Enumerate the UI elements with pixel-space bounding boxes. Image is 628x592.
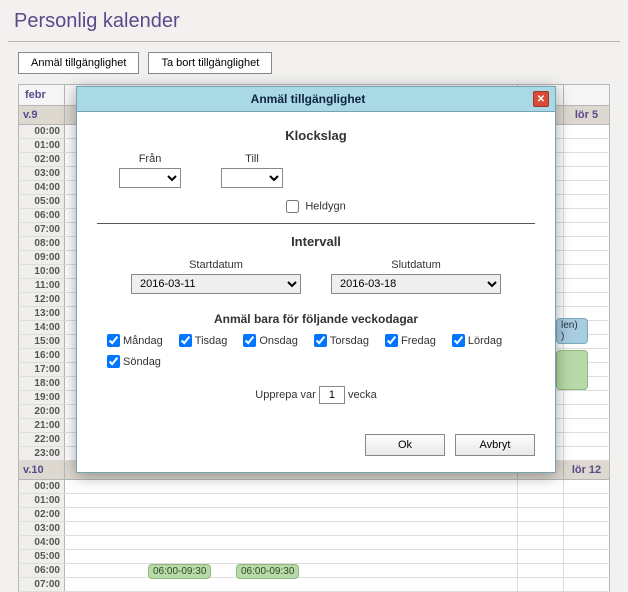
- time-label: 04:00: [19, 536, 65, 549]
- title-divider: [8, 41, 620, 42]
- weekday-label: Fredag: [401, 335, 436, 347]
- repeat-prefix: Upprepa var: [255, 389, 316, 401]
- close-icon[interactable]: ✕: [533, 91, 549, 107]
- time-label: 20:00: [19, 405, 65, 418]
- calendar-row: 01:00: [18, 494, 610, 508]
- time-label: 12:00: [19, 293, 65, 306]
- time-label: 02:00: [19, 508, 65, 521]
- calendar-row: 03:00: [18, 522, 610, 536]
- weekday-option[interactable]: Söndag: [107, 355, 161, 368]
- time-label: 05:00: [19, 195, 65, 208]
- weekday-checkbox[interactable]: [385, 334, 398, 347]
- heldygn-checkbox[interactable]: [286, 200, 299, 213]
- weekday-label: Söndag: [123, 356, 161, 368]
- weekday-label: Onsdag: [259, 335, 298, 347]
- till-time-select[interactable]: [221, 168, 283, 188]
- time-label: 19:00: [19, 391, 65, 404]
- from-label: Från: [119, 153, 181, 165]
- weekday-option[interactable]: Måndag: [107, 334, 163, 347]
- time-label: 14:00: [19, 321, 65, 334]
- time-label: 06:00: [19, 564, 65, 577]
- report-availability-button[interactable]: Anmäl tillgänglighet: [18, 52, 139, 74]
- weekday-label: Måndag: [123, 335, 163, 347]
- calendar-row: 05:00: [18, 550, 610, 564]
- repeat-weeks-input[interactable]: [319, 386, 345, 404]
- time-label: 07:00: [19, 223, 65, 236]
- time-label: 06:00: [19, 209, 65, 222]
- time-label: 00:00: [19, 125, 65, 138]
- calendar-row: 02:00: [18, 508, 610, 522]
- time-label: 05:00: [19, 550, 65, 563]
- weekday-label: Tisdag: [195, 335, 228, 347]
- calendar-row: 04:00: [18, 536, 610, 550]
- weekday-checkbox[interactable]: [314, 334, 327, 347]
- page-title: Personlig kalender: [0, 0, 628, 41]
- remove-availability-button[interactable]: Ta bort tillgänglighet: [148, 52, 272, 74]
- time-label: 03:00: [19, 167, 65, 180]
- dialog-header: Anmäl tillgänglighet ✕: [77, 87, 555, 112]
- day-header: lör 5: [563, 106, 609, 124]
- weekday-label: Lördag: [468, 335, 502, 347]
- time-label: 08:00: [19, 237, 65, 250]
- time-label: 16:00: [19, 349, 65, 362]
- weekday-option[interactable]: Fredag: [385, 334, 436, 347]
- slutdatum-select[interactable]: 2016-03-18: [331, 274, 501, 294]
- time-label: 21:00: [19, 419, 65, 432]
- intervall-heading: Intervall: [97, 234, 535, 249]
- weekdays-heading: Anmäl bara för följande veckodagar: [97, 312, 535, 326]
- divider: [97, 223, 535, 224]
- time-label: 10:00: [19, 265, 65, 278]
- weekday-grid: Måndag Tisdag Onsdag Torsdag Fredag Lördag Sön…: [97, 334, 535, 368]
- time-label: 18:00: [19, 377, 65, 390]
- weekday-option[interactable]: Lördag: [452, 334, 502, 347]
- time-label: 09:00: [19, 251, 65, 264]
- weekday-checkbox[interactable]: [107, 334, 120, 347]
- week-label: v.9: [19, 106, 65, 124]
- calendar-event[interactable]: len) ): [556, 318, 588, 344]
- time-label: 22:00: [19, 433, 65, 446]
- time-label: 23:00: [19, 447, 65, 460]
- toolbar: Anmäl tillgänglighet Ta bort tillgänglig…: [0, 52, 628, 84]
- time-label: 01:00: [19, 494, 65, 507]
- time-label: 11:00: [19, 279, 65, 292]
- cancel-button[interactable]: Avbryt: [455, 434, 535, 456]
- weekday-label: Torsdag: [330, 335, 369, 347]
- klockslag-heading: Klockslag: [97, 128, 535, 143]
- dialog-title: Anmäl tillgänglighet: [83, 92, 533, 106]
- time-label: 00:00: [19, 480, 65, 493]
- heldygn-label: Heldygn: [305, 200, 345, 212]
- time-label: 01:00: [19, 139, 65, 152]
- time-label: 17:00: [19, 363, 65, 376]
- event-text: len): [561, 320, 578, 331]
- weekday-checkbox[interactable]: [243, 334, 256, 347]
- till-label: Till: [221, 153, 283, 165]
- calendar-event[interactable]: [556, 350, 588, 390]
- day-header-partial: [563, 85, 609, 105]
- weekday-checkbox[interactable]: [107, 355, 120, 368]
- from-time-select[interactable]: [119, 168, 181, 188]
- weekday-option[interactable]: Tisdag: [179, 334, 228, 347]
- startdatum-select[interactable]: 2016-03-11: [131, 274, 301, 294]
- time-label: 03:00: [19, 522, 65, 535]
- time-label: 13:00: [19, 307, 65, 320]
- weekday-checkbox[interactable]: [179, 334, 192, 347]
- calendar-row: 07:00: [18, 578, 610, 592]
- time-label: 02:00: [19, 153, 65, 166]
- month-label: febr: [19, 85, 65, 105]
- weekday-checkbox[interactable]: [452, 334, 465, 347]
- time-label: 15:00: [19, 335, 65, 348]
- day-header: lör 12: [563, 461, 609, 479]
- slutdatum-label: Slutdatum: [331, 259, 501, 271]
- availability-dialog: Anmäl tillgänglighet ✕ Klockslag Från Ti…: [76, 86, 556, 473]
- event-text: ): [561, 331, 564, 342]
- weekday-option[interactable]: Torsdag: [314, 334, 369, 347]
- calendar-row: 00:00: [18, 480, 610, 494]
- startdatum-label: Startdatum: [131, 259, 301, 271]
- week-label: v.10: [19, 461, 65, 479]
- ok-button[interactable]: Ok: [365, 434, 445, 456]
- weekday-option[interactable]: Onsdag: [243, 334, 298, 347]
- repeat-suffix: vecka: [348, 389, 377, 401]
- calendar-row: 06:00: [18, 564, 610, 578]
- time-label: 04:00: [19, 181, 65, 194]
